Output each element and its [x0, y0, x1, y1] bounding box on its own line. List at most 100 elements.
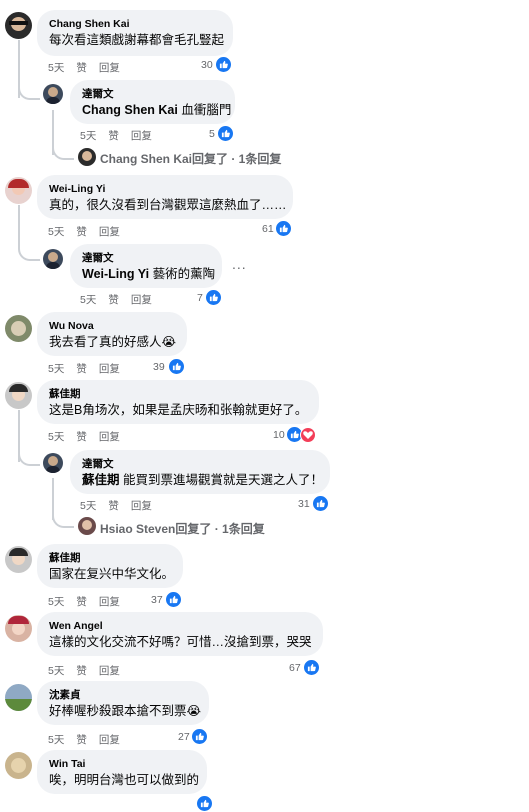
reaction-count[interactable]: 7	[197, 292, 203, 304]
comment-author[interactable]: Wei-Ling Yi	[49, 182, 281, 196]
reaction-count[interactable]: 39	[153, 361, 165, 373]
reply-button[interactable]: 回复	[99, 665, 120, 677]
reply-button[interactable]: 回复	[131, 500, 152, 512]
like-reaction-icon	[217, 125, 234, 142]
avatar[interactable]	[5, 382, 32, 409]
timestamp[interactable]: 5天	[48, 734, 64, 746]
comment-actions: 5天赞回复	[80, 128, 164, 143]
comment-text: 唉，明明台灣也可以做到的	[49, 773, 200, 787]
comment-text: 国家在复兴中华文化。	[49, 567, 175, 581]
comment-actions: 5天赞回复	[80, 292, 164, 307]
thread-connector	[18, 430, 40, 466]
timestamp[interactable]: 5天	[48, 596, 64, 608]
reaction-count[interactable]: 37	[151, 594, 163, 606]
avatar[interactable]	[5, 12, 32, 39]
reply-button[interactable]: 回复	[99, 226, 120, 238]
comment-actions: 5天赞回复	[48, 224, 132, 239]
comment-text: 每次看這類戲謝幕都會毛孔豎起	[49, 33, 225, 47]
avatar	[78, 148, 96, 166]
like-button[interactable]: 赞	[108, 294, 119, 306]
reaction-count[interactable]: 27	[178, 731, 190, 743]
like-button[interactable]: 赞	[76, 665, 87, 677]
thread-connector	[52, 506, 74, 528]
timestamp[interactable]: 5天	[48, 226, 64, 238]
like-button[interactable]: 赞	[108, 130, 119, 142]
more-options-button[interactable]: ...	[232, 256, 247, 272]
timestamp[interactable]: 5天	[48, 665, 64, 677]
comment-author[interactable]: 達爾文	[82, 457, 318, 471]
reply-button[interactable]: 回复	[131, 130, 152, 142]
comment-author[interactable]: Win Tai	[49, 757, 195, 771]
view-replies-label: 回复了 · 1条回复	[175, 522, 265, 536]
view-replies-author: Hsiao Steven	[100, 522, 176, 536]
thread-connector	[18, 62, 40, 100]
comment-text: 我去看了真的好感人😭	[49, 335, 177, 349]
like-button[interactable]: 赞	[76, 62, 87, 74]
reply-button[interactable]: 回复	[99, 62, 120, 74]
comment-text: 这是B角场次，如果是孟庆旸和张翰就更好了。	[49, 403, 308, 417]
reaction-count[interactable]: 30	[201, 59, 213, 71]
comment-author[interactable]: Chang Shen Kai	[49, 17, 221, 31]
comment-text: Chang Shen Kai 血衝腦門	[82, 103, 232, 117]
timestamp[interactable]: 5天	[48, 62, 64, 74]
like-button[interactable]: 赞	[76, 734, 87, 746]
reaction-count[interactable]: 5	[209, 128, 215, 140]
like-reaction-icon	[191, 728, 208, 745]
like-button[interactable]: 赞	[76, 596, 87, 608]
comment-author[interactable]: 沈素貞	[49, 688, 197, 702]
like-reaction-icon	[165, 591, 182, 608]
comment-bubble: Win Tai 唉，明明台灣也可以做到的	[37, 750, 207, 794]
comment-author[interactable]: 蘇佳期	[49, 551, 171, 565]
timestamp[interactable]: 5天	[48, 363, 64, 375]
comment-author[interactable]: 達爾文	[82, 87, 223, 101]
like-reaction-icon	[215, 56, 232, 73]
like-button[interactable]: 赞	[76, 431, 87, 443]
view-replies-link[interactable]: Hsiao Steven回复了 · 1条回复	[100, 520, 265, 537]
comment-text: 好棒喔秒殺跟本搶不到票😭	[49, 704, 202, 718]
like-button[interactable]: 赞	[76, 363, 87, 375]
avatar[interactable]	[5, 684, 32, 711]
timestamp[interactable]: 5天	[80, 130, 96, 142]
avatar[interactable]	[43, 453, 63, 473]
thread-connector	[52, 140, 74, 160]
avatar[interactable]	[5, 546, 32, 573]
comment-author[interactable]: Wen Angel	[49, 619, 311, 633]
reply-button[interactable]: 回复	[99, 734, 120, 746]
comment-actions: 5天赞回复	[48, 594, 132, 609]
reply-button[interactable]: 回复	[99, 363, 120, 375]
avatar[interactable]	[5, 752, 32, 779]
timestamp[interactable]: 5天	[80, 500, 96, 512]
avatar[interactable]	[5, 315, 32, 342]
reaction-count[interactable]: 61	[262, 223, 274, 235]
reaction-count[interactable]: 31	[298, 498, 310, 510]
comment-bubble: Wu Nova 我去看了真的好感人😭	[37, 312, 187, 356]
mention-link[interactable]: Wei-Ling Yi	[82, 267, 149, 281]
avatar[interactable]	[5, 615, 32, 642]
reply-button[interactable]: 回复	[99, 431, 120, 443]
mention-link[interactable]: Chang Shen Kai	[82, 103, 178, 117]
timestamp[interactable]: 5天	[48, 431, 64, 443]
like-reaction-icon	[312, 495, 329, 512]
like-reaction-icon	[168, 358, 185, 375]
comment-bubble: Wen Angel 這樣的文化交流不好嗎？可惜…沒搶到票，哭哭	[37, 612, 323, 656]
reply-bubble: 達爾文 蘇佳期 能買到票進場觀賞就是天選之人了！	[70, 450, 330, 494]
timestamp[interactable]: 5天	[80, 294, 96, 306]
comment-author[interactable]: Wu Nova	[49, 319, 175, 333]
reply-button[interactable]: 回复	[99, 596, 120, 608]
avatar[interactable]	[5, 177, 32, 204]
reaction-count[interactable]: 10	[273, 429, 285, 441]
reaction-count[interactable]: 67	[289, 662, 301, 674]
avatar[interactable]	[43, 249, 63, 269]
comment-author[interactable]: 蘇佳期	[49, 387, 307, 401]
reply-button[interactable]: 回复	[131, 294, 152, 306]
avatar[interactable]	[43, 84, 63, 104]
like-reaction-icon	[275, 220, 292, 237]
like-button[interactable]: 赞	[76, 226, 87, 238]
comment-actions: 5天赞回复	[80, 498, 164, 513]
view-replies-link[interactable]: Chang Shen Kai回复了 · 1条回复	[100, 150, 281, 167]
like-button[interactable]: 赞	[108, 500, 119, 512]
thread-connector	[18, 205, 40, 261]
comment-author[interactable]: 達爾文	[82, 251, 210, 265]
comment-actions: 5天赞回复	[48, 361, 132, 376]
mention-link[interactable]: 蘇佳期	[82, 473, 120, 487]
